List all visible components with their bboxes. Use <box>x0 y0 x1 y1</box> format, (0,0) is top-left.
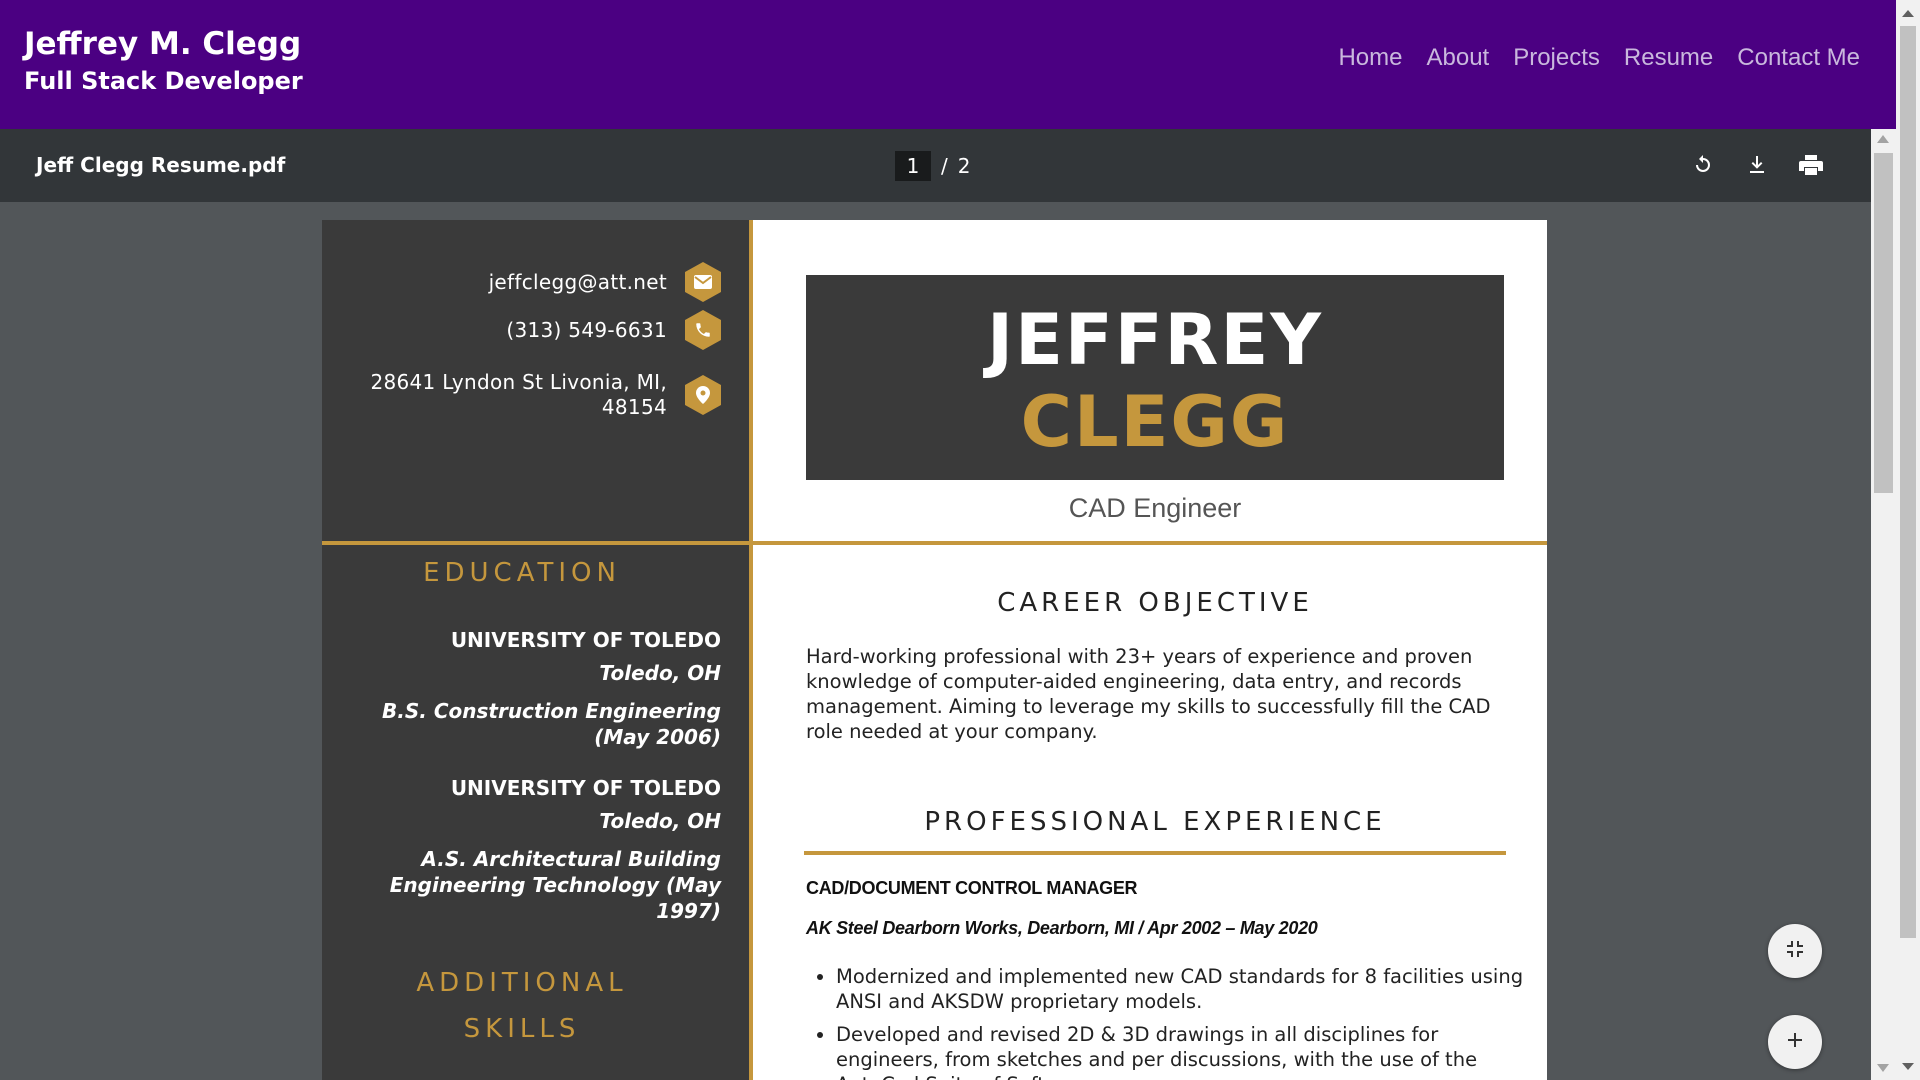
download-icon[interactable] <box>1741 149 1773 181</box>
education-entry: UNIVERSITY OF TOLEDO Toledo, OH B.S. Con… <box>341 626 721 750</box>
education-school: UNIVERSITY OF TOLEDO <box>450 776 721 800</box>
education-school: UNIVERSITY OF TOLEDO <box>450 628 721 652</box>
contact-address: 28641 Lyndon St Livonia, MI, 48154 <box>370 370 667 420</box>
resume-sidebar: jeffclegg@att.net (313) 549-6631 28641 L… <box>322 220 749 1080</box>
last-name: CLEGG <box>1020 381 1290 463</box>
print-icon[interactable] <box>1795 149 1827 181</box>
toolbar-actions <box>1687 149 1827 181</box>
job-company: AK Steel Dearborn Works, Dearborn, MI / … <box>806 918 1318 938</box>
scroll-up-arrow[interactable] <box>1877 135 1889 143</box>
site-header: Jeffrey M. Clegg Full Stack Developer Ho… <box>0 0 1896 129</box>
nav-home-link[interactable]: Home <box>1338 44 1402 72</box>
address-line-1: 28641 Lyndon St Livonia, MI, <box>370 370 667 394</box>
viewer-scrollbar[interactable] <box>1871 129 1896 1080</box>
address-line-2: 48154 <box>601 395 667 419</box>
job-bullets: Modernized and implemented new CAD stand… <box>806 964 1536 1080</box>
zoom-in-icon <box>1785 1030 1805 1054</box>
page-scroll-down-arrow[interactable] <box>1902 1063 1914 1070</box>
mail-icon <box>685 262 721 302</box>
education-location: Toledo, OH <box>599 809 721 833</box>
skills-heading-line-1: ADDITIONAL <box>416 968 628 998</box>
education-degree-line: 1997) <box>656 899 721 923</box>
page-navigator: / 2 <box>895 151 970 181</box>
career-objective-text: Hard-working professional with 23+ years… <box>806 645 1491 743</box>
pdf-viewer[interactable]: jeffclegg@att.net (313) 549-6631 28641 L… <box>0 202 1871 1080</box>
pdf-page: jeffclegg@att.net (313) 549-6631 28641 L… <box>322 220 1547 1080</box>
fit-page-button[interactable] <box>1768 924 1822 978</box>
page-scroll-thumb[interactable] <box>1900 26 1916 938</box>
phone-icon <box>685 310 721 350</box>
skills-heading-line-2: SKILLS <box>463 1014 581 1044</box>
contact-phone: (313) 549-6631 <box>506 317 667 342</box>
site-tagline: Full Stack Developer <box>24 67 303 95</box>
brand: Jeffrey M. Clegg Full Stack Developer <box>24 24 303 98</box>
main-nav: Home About Projects Resume Contact Me <box>1338 44 1860 72</box>
zoom-in-button[interactable] <box>1768 1015 1822 1069</box>
scroll-thumb[interactable] <box>1874 153 1893 493</box>
site-name[interactable]: Jeffrey M. Clegg <box>24 24 303 64</box>
page-total: 2 <box>957 154 971 178</box>
page-scroll-up-arrow[interactable] <box>1902 10 1914 17</box>
experience-heading: PROFESSIONAL EXPERIENCE <box>924 807 1386 837</box>
experience-divider <box>804 851 1506 855</box>
nav-resume-link[interactable]: Resume <box>1624 44 1713 72</box>
location-pin-icon <box>685 375 721 415</box>
pdf-file-name: Jeff Clegg Resume.pdf <box>36 153 286 177</box>
career-objective-heading: CAREER OBJECTIVE <box>997 588 1313 618</box>
job-role: CAD Engineer <box>1068 493 1242 523</box>
contact-phone-row: (313) 549-6631 <box>506 310 721 350</box>
contact-email-row: jeffclegg@att.net <box>489 262 721 302</box>
education-degree-line: Engineering Technology (May <box>389 873 721 897</box>
contact-email[interactable]: jeffclegg@att.net <box>489 270 667 295</box>
education-degree-line: A.S. Architectural Building <box>421 847 721 871</box>
gold-divider-vertical <box>749 220 753 1080</box>
pdf-toolbar: Jeff Clegg Resume.pdf / 2 <box>0 129 1871 202</box>
name-banner: JEFFREY CLEGG <box>806 275 1504 480</box>
gold-divider-horizontal <box>322 541 1547 545</box>
nav-about-link[interactable]: About <box>1426 44 1489 72</box>
list-item: Developed and revised 2D & 3D drawings i… <box>836 1022 1536 1080</box>
list-item: Modernized and implemented new CAD stand… <box>836 964 1536 1014</box>
education-location: Toledo, OH <box>599 661 721 685</box>
page-separator: / <box>941 154 948 178</box>
first-name: JEFFREY <box>987 299 1323 381</box>
page-number-input[interactable] <box>895 151 931 181</box>
education-entry: UNIVERSITY OF TOLEDO Toledo, OH A.S. Arc… <box>341 774 721 924</box>
education-degree-line: (May 2006) <box>594 725 721 749</box>
contact-address-row: 28641 Lyndon St Livonia, MI, 48154 <box>370 370 721 420</box>
nav-projects-link[interactable]: Projects <box>1513 44 1600 72</box>
scroll-down-arrow[interactable] <box>1877 1064 1889 1072</box>
nav-contact-link[interactable]: Contact Me <box>1737 44 1860 72</box>
education-degree-line: B.S. Construction Engineering <box>382 699 721 723</box>
fit-page-icon <box>1785 939 1805 963</box>
job-title: CAD/DOCUMENT CONTROL MANAGER <box>806 878 1138 898</box>
rotate-icon[interactable] <box>1687 149 1719 181</box>
education-heading: EDUCATION <box>423 558 621 588</box>
page-scrollbar[interactable] <box>1896 0 1920 1080</box>
